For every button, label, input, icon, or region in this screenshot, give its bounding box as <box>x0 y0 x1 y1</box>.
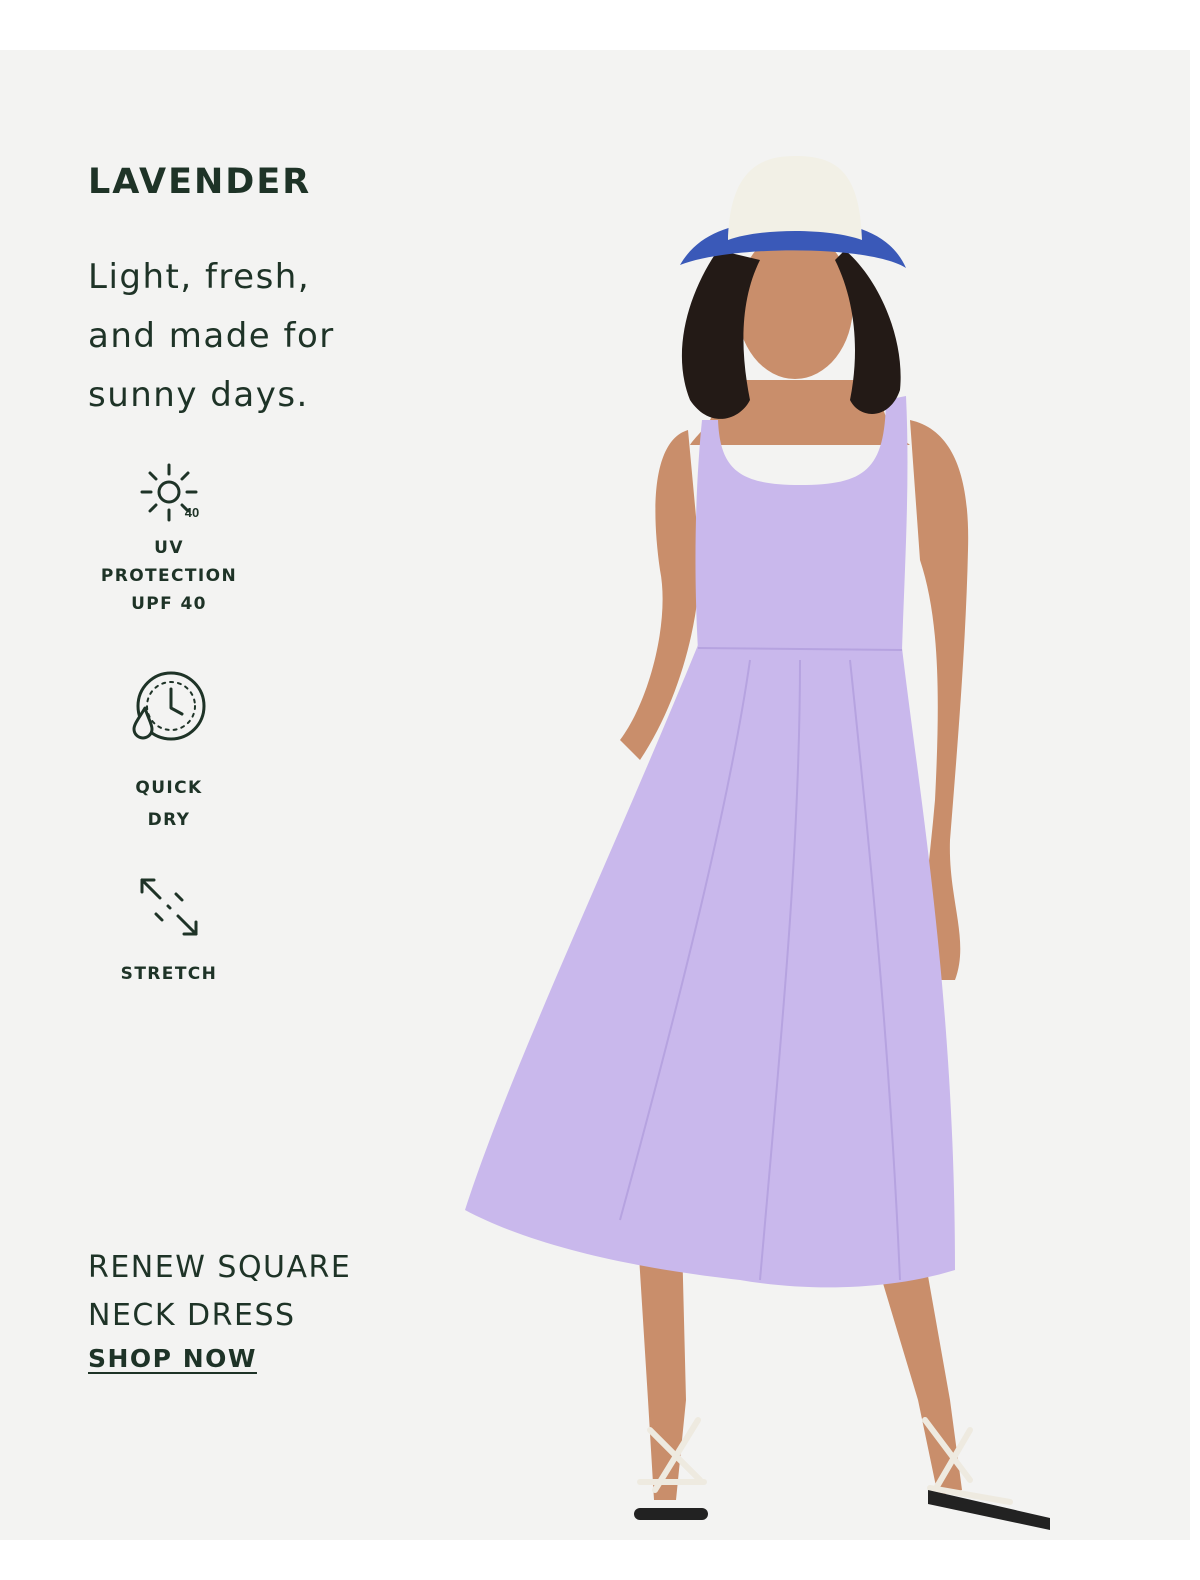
feature-label-line: UPF 40 <box>131 594 207 614</box>
feature-label-line: PROTECTION <box>100 566 238 586</box>
tagline: Light, fresh, and made for sunny days. <box>88 248 388 425</box>
product-name-line: RENEW SQUARE <box>88 1250 352 1285</box>
shop-now-link[interactable]: SHOP NOW <box>88 1344 257 1373</box>
feature-label-line: UV <box>154 538 184 558</box>
sandals <box>637 1417 1013 1505</box>
feature-uv-protection: 40 UV PROTECTION UPF 40 <box>88 460 250 618</box>
uv-icon-number: 40 <box>185 505 199 520</box>
product-name-line: NECK DRESS <box>88 1298 296 1333</box>
hero-banner: LAVENDER Light, fresh, and made for sunn… <box>0 50 1190 1540</box>
sun-uv-icon: 40 <box>140 463 199 522</box>
quick-dry-clock-icon <box>132 671 206 741</box>
feature-label-line: STRETCH <box>120 964 218 984</box>
feature-label: UV PROTECTION UPF 40 <box>88 534 250 618</box>
product-name[interactable]: RENEW SQUARE NECK DRESS <box>88 1244 351 1340</box>
feature-stretch: STRETCH <box>88 872 250 984</box>
bucket-hat <box>728 156 862 240</box>
feature-label-line: DRY <box>147 810 191 830</box>
stretch-arrows-icon <box>140 878 198 936</box>
tagline-line: and made for <box>88 316 335 356</box>
color-name: LAVENDER <box>88 162 312 202</box>
tagline-line: Light, fresh, <box>88 257 311 297</box>
model-photo[interactable] <box>450 100 1090 1540</box>
model-face <box>737 231 853 379</box>
dress-skirt <box>465 645 955 1288</box>
feature-quick-dry: QUICK DRY <box>88 668 250 836</box>
feature-label: STRETCH <box>88 964 250 984</box>
feature-label: QUICK DRY <box>88 772 250 836</box>
product-info: RENEW SQUARE NECK DRESS SHOP NOW <box>88 1244 351 1373</box>
feature-label-line: QUICK <box>135 778 203 798</box>
tagline-line: sunny days. <box>88 375 309 415</box>
